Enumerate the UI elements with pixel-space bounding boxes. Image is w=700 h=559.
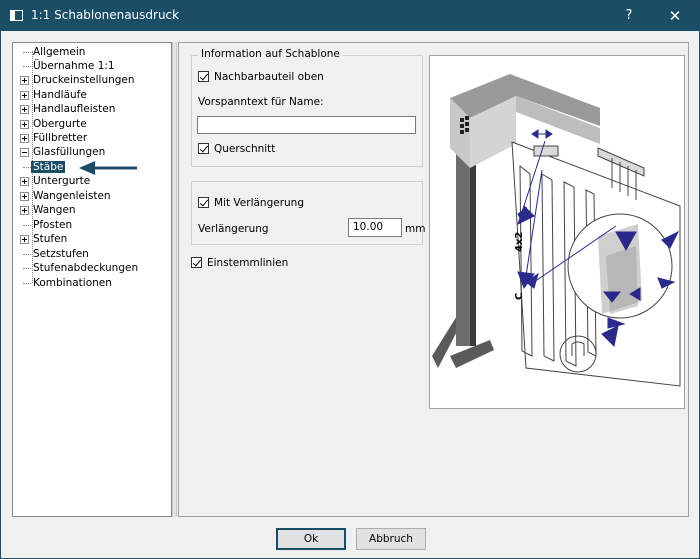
expand-plus-icon[interactable] xyxy=(20,235,29,244)
length-input[interactable]: 10.00 xyxy=(348,218,402,237)
section-label: Querschnitt xyxy=(214,143,276,155)
pane-splitter[interactable] xyxy=(172,42,177,517)
tree-item-uebernahme[interactable]: Übernahme 1:1 xyxy=(23,59,115,73)
ok-button[interactable]: Ok xyxy=(276,528,346,550)
tree-item-wangen[interactable]: Wangen xyxy=(20,203,76,217)
tree-item-setzstufen[interactable]: Setzstufen xyxy=(23,247,89,261)
dialog-window: 1:1 Schablonenausdruck ? ✕ Allgemein Übe… xyxy=(0,0,700,559)
tree-item-label: Handläufe xyxy=(33,89,87,101)
tree-item-stufen[interactable]: Stufen xyxy=(20,232,68,246)
tree-item-label: Druckeinstellungen xyxy=(33,74,135,86)
tree-item-label: Füllbretter xyxy=(33,132,88,144)
tree-item-label: Glasfüllungen xyxy=(33,146,106,158)
tree-item-wangenleisten[interactable]: Wangenleisten xyxy=(20,189,111,203)
tree-item-label: Handlaufleisten xyxy=(33,103,116,115)
tree-item-label: Pfosten xyxy=(33,219,73,231)
tree-item-stufenabdeckungen[interactable]: Stufenabdeckungen xyxy=(23,261,139,275)
tree-item-label: Stufenabdeckungen xyxy=(33,262,139,274)
tree-item-label: Stäbe xyxy=(31,161,66,173)
tree-item-label: Setzstufen xyxy=(33,248,89,260)
tree-item-allgemein[interactable]: Allgemein xyxy=(23,45,86,59)
expand-plus-icon[interactable] xyxy=(20,134,29,143)
cancel-button[interactable]: Abbruch xyxy=(356,528,426,550)
tree-item-label: Allgemein xyxy=(33,46,86,58)
prefix-input[interactable] xyxy=(197,116,416,134)
tree-item-label: Wangenleisten xyxy=(33,190,111,202)
tree-item-pfosten[interactable]: Pfosten xyxy=(23,218,73,232)
neighbor-checkbox[interactable] xyxy=(198,71,209,82)
expand-plus-icon[interactable] xyxy=(20,206,29,215)
extension-label: Mit Verlängerung xyxy=(214,197,304,209)
dimension-label: 4x2 xyxy=(514,232,525,252)
tree-item-label: Wangen xyxy=(33,204,76,216)
tree-item-druckeinstellungen[interactable]: Druckeinstellungen xyxy=(20,73,135,87)
preview-illustration: 4x2 C xyxy=(429,55,685,409)
window-app-icon xyxy=(10,10,23,21)
tree-item-label: Kombinationen xyxy=(33,277,112,289)
tree-item-label: Übernahme 1:1 xyxy=(33,60,115,72)
expand-plus-icon[interactable] xyxy=(20,192,29,201)
tree-item-obergurte[interactable]: Obergurte xyxy=(20,117,87,131)
tree-item-glasfuellungen[interactable]: Glasfüllungen xyxy=(20,145,106,159)
neighbor-label: Nachbarbauteil oben xyxy=(214,71,324,83)
expand-plus-icon[interactable] xyxy=(20,120,29,129)
help-button[interactable]: ? xyxy=(619,6,639,26)
expand-plus-icon[interactable] xyxy=(20,91,29,100)
einstemm-checkbox[interactable] xyxy=(191,257,202,268)
section-checkbox[interactable] xyxy=(198,143,209,154)
tree-item-handlaeufe[interactable]: Handläufe xyxy=(20,88,87,102)
einstemm-label: Einstemmlinien xyxy=(207,257,289,269)
tree-item-kombinationen[interactable]: Kombinationen xyxy=(23,276,112,290)
window-title: 1:1 Schablonenausdruck xyxy=(31,8,180,22)
close-button[interactable]: ✕ xyxy=(665,6,685,26)
tree-item-staebe[interactable]: Stäbe xyxy=(23,160,66,174)
plotter-illustration: 4x2 C xyxy=(432,74,681,387)
expand-minus-icon[interactable] xyxy=(20,148,29,157)
tree-item-handlaufleisten[interactable]: Handlaufleisten xyxy=(20,102,116,116)
code-label: C xyxy=(514,293,525,300)
expand-plus-icon[interactable] xyxy=(20,177,29,186)
prefix-label: Vorspanntext für Name: xyxy=(198,96,324,108)
expand-plus-icon[interactable] xyxy=(20,76,29,85)
annotation-arrow-icon xyxy=(79,161,137,175)
tree-item-label: Obergurte xyxy=(33,118,87,130)
title-bar: 1:1 Schablonenausdruck ? ✕ xyxy=(1,1,699,31)
length-unit: mm xyxy=(405,223,426,235)
expand-plus-icon[interactable] xyxy=(20,105,29,114)
category-tree[interactable]: Allgemein Übernahme 1:1 Druckeinstellung… xyxy=(12,42,172,517)
tree-item-fuellbretter[interactable]: Füllbretter xyxy=(20,131,88,145)
extension-checkbox[interactable] xyxy=(198,197,209,208)
tree-item-label: Stufen xyxy=(33,233,68,245)
length-label: Verlängerung xyxy=(198,223,269,235)
info-group-title: Information auf Schablone xyxy=(198,48,343,60)
